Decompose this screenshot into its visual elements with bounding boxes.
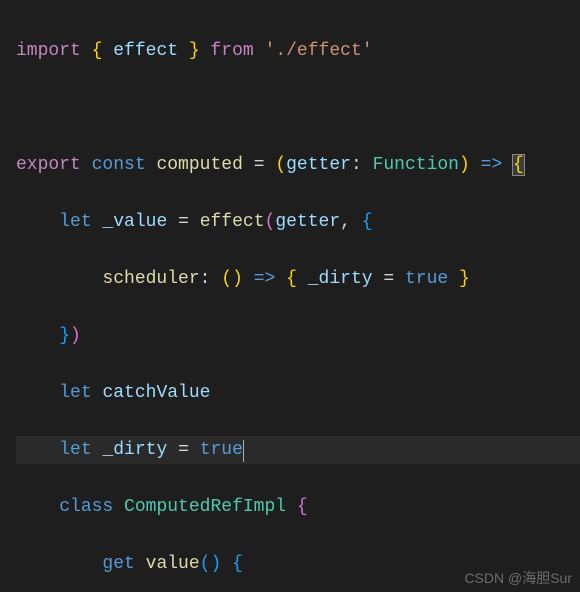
parameter: getter [286,155,351,175]
boolean-literal: true [200,440,243,460]
identifier: _dirty [102,440,167,460]
boolean-literal: true [405,269,448,289]
paren: ) [459,155,470,175]
paren: ( [221,269,232,289]
paren: ) [210,554,221,574]
code-line: class ComputedRefImpl { [16,493,580,522]
string-literal: './effect' [265,41,373,61]
colon: : [351,155,362,175]
operator: = [178,440,189,460]
identifier: _dirty [308,269,373,289]
code-line: import { effect } from './effect' [16,37,580,66]
brace: } [459,269,470,289]
paren: ) [70,326,81,346]
code-line: scheduler: () => { _dirty = true } [16,265,580,294]
keyword-class: class [59,497,113,517]
brace: { [362,212,373,232]
code-line: }) [16,322,580,351]
brace: { [297,497,308,517]
code-line: let _value = effect(getter, { [16,208,580,237]
keyword-const: const [92,155,146,175]
code-line: get value() { [16,550,580,579]
identifier-computed: computed [156,155,242,175]
colon: : [200,269,211,289]
keyword-from: from [211,41,254,61]
code-editor[interactable]: import { effect } from './effect' export… [0,0,580,592]
arrow: => [254,269,276,289]
brace: { [92,41,103,61]
code-line-blank [16,94,580,123]
paren: ( [200,554,211,574]
paren: ( [275,155,286,175]
type-annotation: Function [373,155,459,175]
identifier: catchValue [102,383,210,403]
keyword-let: let [59,440,91,460]
keyword-import: import [16,41,81,61]
brace: { [286,269,297,289]
keyword-let: let [59,212,91,232]
code-line: export const computed = (getter: Functio… [16,151,580,180]
brace: } [59,326,70,346]
arrow: => [481,155,503,175]
identifier: _value [102,212,167,232]
brace-highlight: { [512,154,525,176]
comma: , [340,212,351,232]
brace: { [232,554,243,574]
operator: = [383,269,394,289]
identifier: getter [275,212,340,232]
property: scheduler [102,269,199,289]
call-expression: effect [200,212,265,232]
brace: } [189,41,200,61]
keyword-get: get [102,554,134,574]
code-line: let catchValue [16,379,580,408]
keyword-export: export [16,155,81,175]
text-cursor [243,440,244,462]
operator: = [254,155,265,175]
operator: = [178,212,189,232]
class-name: ComputedRefImpl [124,497,286,517]
identifier: effect [113,41,178,61]
code-line-active: let _dirty = true [16,436,580,465]
paren: ( [265,212,276,232]
getter-name: value [146,554,200,574]
paren: ) [232,269,243,289]
keyword-let: let [59,383,91,403]
